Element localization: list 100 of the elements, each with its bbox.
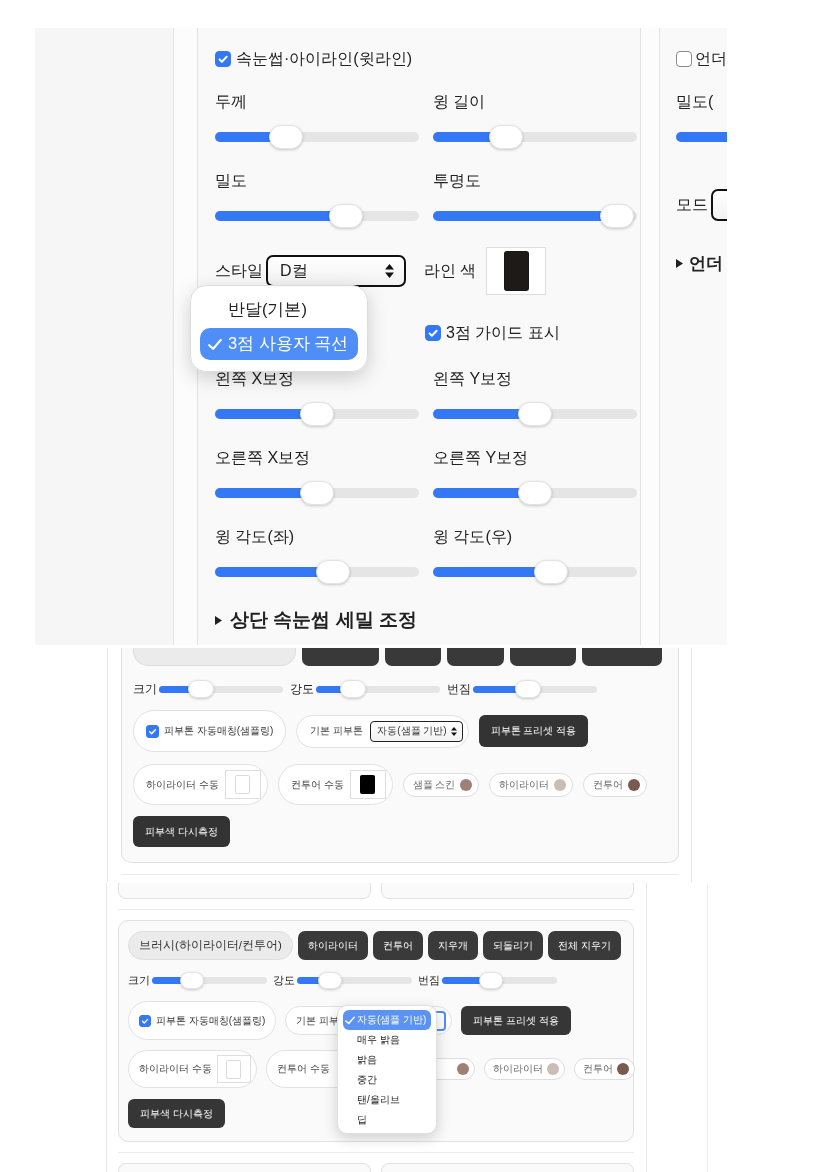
tone-label: 컨투어 (582, 1062, 613, 1076)
slider[interactable] (433, 560, 637, 584)
slider-thumb[interactable] (599, 204, 634, 228)
slider[interactable] (215, 204, 419, 228)
slider[interactable] (215, 481, 419, 505)
picker-label: 컨투어 수동 (276, 1062, 330, 1076)
slider-label: 오른쪽 X보정 (215, 448, 311, 468)
menu-item[interactable]: 반달(기본) (200, 294, 358, 326)
slider[interactable] (297, 972, 412, 989)
section-toggle[interactable]: 언더 (676, 251, 727, 275)
slider[interactable] (433, 204, 637, 228)
slider-label: 번짐 (447, 681, 471, 697)
slider[interactable] (159, 680, 283, 698)
tone-label: 하이라이터 (492, 1062, 543, 1076)
slider-thumb[interactable] (316, 560, 351, 584)
menu-item[interactable]: 중간 (343, 1070, 431, 1090)
color-picker[interactable] (216, 1055, 251, 1083)
color-label: 라인 색 (424, 260, 477, 281)
slider-label: 왼쪽 Y보정 (433, 369, 513, 389)
remeasure-button[interactable]: 피부색 다시측정 (128, 1099, 225, 1128)
slider-label: 밀도( (676, 92, 714, 112)
slider-label: 번짐 (418, 973, 440, 988)
remeasure-button[interactable]: 피부색 다시측정 (133, 816, 230, 847)
section-toggle[interactable]: 상단 속눈썹 세밀 조정 (215, 608, 637, 632)
tool-button[interactable]: 되돌리기 (482, 931, 543, 960)
select-label: 모드 (676, 194, 708, 215)
tone-label: 샘플 스킨 (412, 777, 456, 792)
slider-thumb[interactable] (514, 680, 541, 698)
slider[interactable] (442, 972, 557, 989)
slider-thumb[interactable] (328, 204, 363, 228)
slider[interactable] (215, 402, 419, 426)
menu-item[interactable]: 탠/올리브 (343, 1090, 431, 1110)
slider[interactable] (433, 125, 637, 149)
slider-thumb[interactable] (180, 972, 205, 989)
check-icon (345, 1015, 355, 1025)
slider[interactable] (433, 402, 637, 426)
slider-thumb[interactable] (518, 402, 552, 426)
slider-thumb[interactable] (300, 481, 334, 505)
picker-label: 컨투어 수동 (290, 777, 344, 792)
preset-apply-button[interactable]: 피부톤 프리셋 적용 (478, 715, 589, 747)
base-tone-select[interactable]: 자동(샘플 기반) (370, 720, 463, 742)
slider-thumb[interactable] (188, 680, 215, 698)
color-picker[interactable] (486, 247, 547, 295)
brush-mode-tag: 브러시(하이라이터/컨투어) (128, 931, 293, 960)
color-picker[interactable] (224, 770, 261, 799)
slider-thumb[interactable] (534, 560, 569, 584)
select-arrows-icon (450, 726, 457, 736)
slider-label: 밀도 (215, 171, 247, 191)
slider[interactable] (433, 481, 637, 505)
menu-item[interactable]: 밝음 (343, 1050, 431, 1070)
checkbox[interactable] (146, 724, 159, 738)
slider-thumb[interactable] (489, 125, 524, 149)
slider[interactable] (152, 972, 267, 989)
checkbox[interactable] (425, 325, 441, 341)
slider[interactable] (215, 125, 419, 149)
slider-thumb[interactable] (479, 972, 504, 989)
style-select[interactable]: D컬 (266, 255, 406, 287)
slider-label: 크기 (133, 681, 157, 697)
slider-thumb[interactable] (318, 972, 343, 989)
checkbox[interactable] (139, 1014, 151, 1027)
tool-button[interactable]: 전체 지우기 (547, 931, 621, 960)
slider-label: 윙 각도(좌) (215, 527, 295, 547)
checkbox-label: 피부톤 자동매칭(샘플링) (164, 724, 274, 738)
slider-thumb[interactable] (518, 481, 552, 505)
tool-button[interactable]: 지우개 (427, 931, 478, 960)
checkbox-label: 피부톤 자동매칭(샘플링) (156, 1013, 266, 1028)
slider-thumb[interactable] (300, 402, 334, 426)
slider-thumb[interactable] (340, 680, 367, 698)
picker-label: 하이라이터 수동 (146, 777, 219, 792)
slider-label: 오른쪽 Y보정 (433, 448, 529, 468)
slider[interactable] (473, 680, 597, 698)
select-label: 기본 피부 (296, 1013, 340, 1028)
slider-label: 윙 길이 (433, 92, 486, 112)
checkbox[interactable] (215, 51, 231, 67)
check-icon (208, 337, 222, 351)
slider-label: 두께 (215, 92, 247, 112)
slider-label: 강도 (273, 973, 295, 988)
slider-label: 강도 (290, 681, 314, 697)
tool-button[interactable]: 컨투어 (372, 931, 423, 960)
tool-button[interactable]: 하이라이터 (297, 931, 368, 960)
checkbox-label: 언더 (695, 49, 727, 69)
tool-button[interactable] (385, 648, 441, 666)
color-picker[interactable] (349, 770, 386, 799)
menu-item[interactable]: 딥 (343, 1110, 431, 1130)
menu-item[interactable]: 매우 밝음 (343, 1030, 431, 1050)
checkbox[interactable] (676, 51, 692, 67)
slider-thumb[interactable] (269, 125, 304, 149)
tool-button[interactable] (510, 648, 576, 666)
slider-label: 왼쪽 X보정 (215, 369, 295, 389)
tool-button[interactable] (447, 648, 504, 666)
slider-label: 투명도 (433, 171, 481, 191)
tone-label: 하이라이터 (499, 777, 550, 792)
select-label: 기본 피부톤 (310, 724, 364, 738)
slider-label: 크기 (128, 973, 150, 988)
preset-apply-button[interactable]: 피부톤 프리셋 적용 (461, 1006, 571, 1035)
checkbox-label: 3점 가이드 표시 (446, 322, 560, 343)
picker-label: 하이라이터 수동 (139, 1062, 212, 1076)
slider[interactable] (316, 680, 440, 698)
slider[interactable] (215, 560, 419, 584)
checkbox-label: 속눈썹·아이라인(윗라인) (236, 49, 412, 69)
